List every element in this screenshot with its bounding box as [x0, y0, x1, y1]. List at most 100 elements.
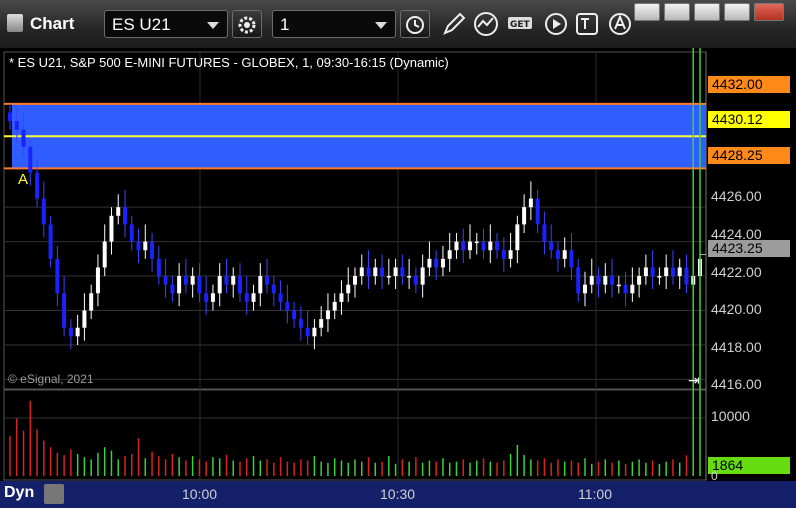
interval-value: 1 [280, 15, 290, 34]
clock-icon[interactable] [400, 10, 430, 38]
volume-zero-label: 0 [711, 469, 718, 483]
y-tick-label: 4420.00 [711, 301, 762, 317]
y-tick-label: 4416.00 [711, 376, 762, 392]
candle-body [224, 276, 229, 285]
gear-icon[interactable] [232, 10, 262, 38]
y-tick-label: 4424.00 [711, 226, 762, 242]
candle-body [89, 293, 94, 311]
candle-body [589, 276, 594, 285]
candle-body [380, 267, 385, 277]
candle-body [596, 276, 601, 285]
window-restore-button[interactable] [664, 3, 690, 21]
window-maximize-button[interactable] [724, 3, 750, 21]
candle-body [454, 241, 459, 251]
candle-body [359, 267, 364, 277]
candle-body [386, 276, 391, 278]
candle-body [515, 224, 520, 251]
x-tick-label: 10:00 [182, 486, 218, 502]
candle-body [102, 241, 107, 268]
window-close-button[interactable] [754, 3, 784, 21]
chevron-down-icon[interactable] [375, 22, 387, 29]
chevron-down-icon[interactable] [207, 22, 219, 29]
candle-body [285, 301, 290, 311]
lock-icon[interactable] [44, 484, 64, 504]
symbol-value: ES U21 [112, 15, 171, 34]
candle-body [495, 241, 500, 251]
symbol-description: * ES U21, S&P 500 E-MINI FUTURES - GLOBE… [9, 55, 449, 70]
candle-body [82, 310, 87, 328]
price-volume-chart[interactable]: A [0, 48, 796, 508]
candle-body [123, 207, 127, 225]
candle-body [427, 258, 432, 268]
play-icon[interactable] [542, 10, 572, 38]
candle-body [177, 276, 182, 294]
candle-body [210, 293, 215, 302]
candle-body [325, 310, 330, 320]
window-menu-button[interactable] [634, 3, 660, 21]
candle-body [292, 310, 297, 320]
candle-body [610, 276, 615, 285]
candle-body [562, 250, 567, 259]
window-minimize-button[interactable] [694, 3, 720, 21]
candle-body [305, 327, 310, 337]
candle-body [630, 284, 635, 294]
candle-body [265, 276, 270, 285]
current-volume-label: 1864 [708, 457, 790, 474]
candle-body [109, 215, 114, 242]
get-icon[interactable]: GET [506, 10, 536, 38]
candle-body [298, 319, 303, 328]
y-tick-label: 4422.00 [711, 264, 762, 280]
candle-body [143, 241, 148, 251]
candle-body [664, 267, 669, 277]
x-tick-label: 11:00 [578, 486, 612, 502]
scroll-to-end-icon[interactable]: ⇥ [688, 372, 700, 389]
candle-body [163, 276, 168, 285]
candle-body [400, 267, 405, 277]
candle-body [413, 276, 418, 285]
candle-body [650, 267, 655, 277]
candle-body [271, 284, 276, 294]
candle-body [468, 241, 472, 251]
candle-body [440, 258, 445, 268]
candle-body [616, 284, 621, 287]
y-tick-label: 4418.00 [711, 339, 762, 355]
candle-body [8, 112, 12, 122]
candle-body [62, 293, 67, 328]
candle-body [258, 276, 263, 294]
band-mid-label: 4430.12 [708, 111, 790, 128]
title-bar: Chart ES U21 1 GET [0, 0, 796, 49]
candle-body [488, 241, 493, 251]
candle-body [95, 267, 100, 294]
study-icon[interactable] [472, 10, 502, 38]
candle-body [373, 267, 378, 277]
candle-body [190, 276, 195, 285]
candle-body [312, 327, 317, 337]
dynamic-mode-label[interactable]: Dyn [4, 484, 34, 502]
candle-body [542, 224, 547, 242]
pencil-icon[interactable] [440, 10, 470, 38]
candle-body [576, 267, 581, 294]
candle-body [474, 241, 479, 244]
candle-body [238, 276, 242, 294]
candle-body [528, 198, 533, 208]
candle-body [21, 129, 26, 147]
candle-body [481, 241, 486, 251]
candle-body [366, 267, 371, 277]
candle-body [251, 293, 256, 302]
candle-body [346, 284, 351, 294]
candle-body [522, 207, 527, 225]
candle-body [569, 250, 574, 268]
candle-body [183, 276, 188, 285]
symbol-input[interactable]: ES U21 [104, 10, 228, 38]
alert-icon[interactable] [606, 10, 636, 38]
candle-body [170, 284, 175, 294]
interval-input[interactable]: 1 [272, 10, 396, 38]
candle-body [48, 224, 53, 259]
candle-body [353, 276, 357, 285]
text-tool-icon[interactable] [574, 10, 604, 38]
candle-body [14, 121, 19, 130]
candle-body [55, 258, 60, 294]
candle-body [231, 276, 236, 285]
candle-body [150, 241, 155, 259]
candle-body [116, 207, 121, 216]
